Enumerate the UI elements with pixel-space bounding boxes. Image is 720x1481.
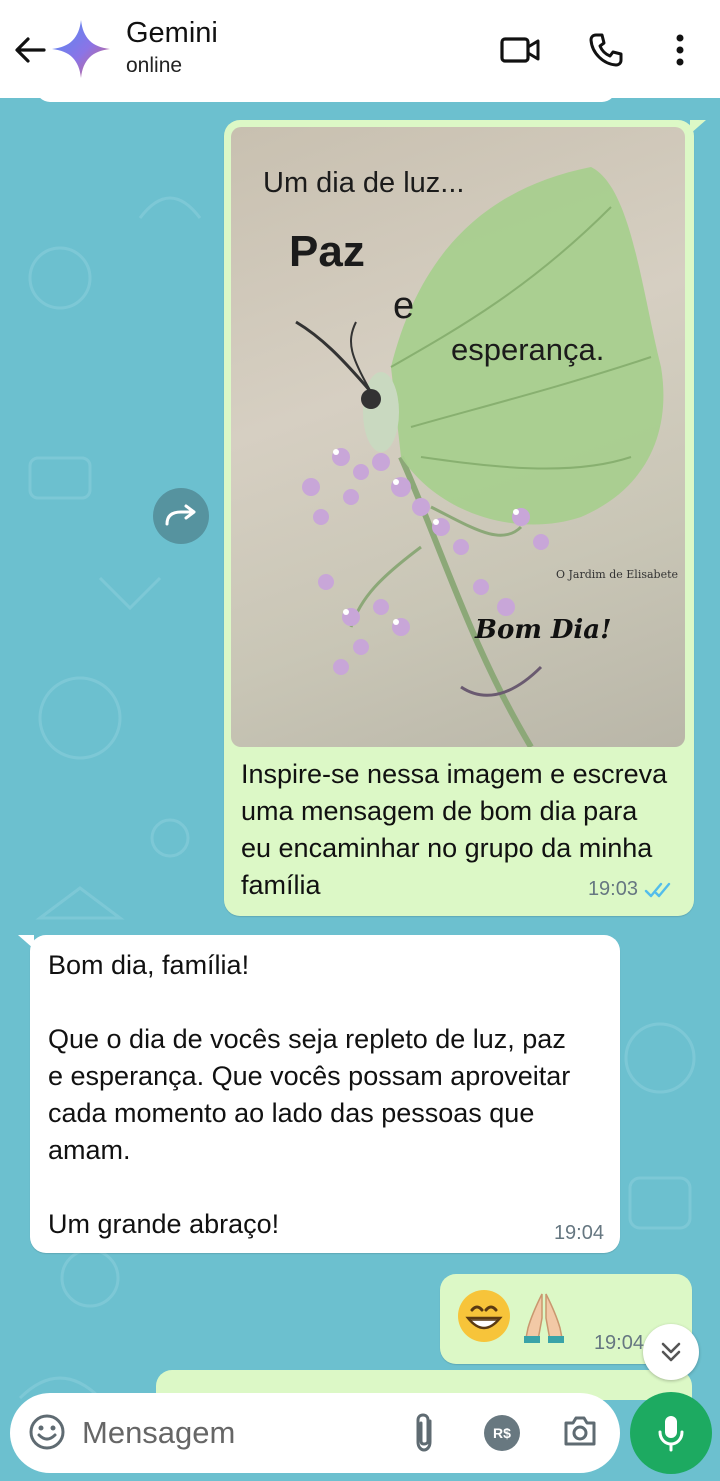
message-meta: 19:04 — [594, 1332, 644, 1355]
image-greeting: Bom Dia! — [475, 615, 612, 645]
message-image[interactable]: Um dia de luz... Paz e esperança. O Jard… — [231, 127, 685, 747]
previous-message-peek — [36, 98, 616, 102]
contact-name: Gemini — [126, 17, 218, 49]
voice-record-button[interactable] — [630, 1392, 712, 1474]
contact-avatar[interactable] — [50, 18, 112, 80]
emoji-content — [456, 1288, 568, 1344]
message-composer: R$ — [10, 1393, 620, 1473]
payment-label: R$ — [493, 1425, 511, 1441]
more-vert-icon — [676, 34, 684, 66]
grinning-face-emoji — [458, 1290, 510, 1342]
emoji-button[interactable] — [28, 1413, 66, 1456]
phone-icon — [589, 33, 623, 67]
butterfly-flower-illustration — [295, 167, 664, 747]
image-text-line4: esperança. — [451, 332, 605, 367]
image-text-line3: e — [393, 285, 415, 327]
scroll-to-bottom-button[interactable] — [643, 1324, 699, 1380]
payment-button[interactable]: R$ — [484, 1415, 520, 1451]
forward-button[interactable] — [153, 488, 209, 544]
message-meta: 19:03 — [588, 878, 674, 901]
voice-call-button[interactable] — [584, 28, 628, 72]
image-watermark: O Jardim de Elisabete — [556, 568, 679, 581]
video-call-button[interactable] — [498, 28, 542, 72]
microphone-icon — [658, 1416, 684, 1452]
message-text: Bom dia, família! Que o dia de vocês sej… — [48, 950, 571, 1239]
double-check-read-icon — [644, 882, 671, 897]
message-time: 19:04 — [593, 1332, 644, 1354]
back-button[interactable] — [10, 30, 50, 70]
camera-button[interactable] — [560, 1411, 600, 1456]
contact-status: online — [126, 54, 183, 77]
incoming-text-message[interactable]: Bom dia, família! Que o dia de vocês sej… — [18, 935, 620, 1253]
image-text-line2: Paz — [289, 227, 365, 276]
gemini-sparkle-icon — [52, 20, 110, 78]
attach-button[interactable] — [408, 1411, 440, 1460]
forward-icon — [165, 504, 196, 526]
message-meta: 19:04 — [554, 1222, 604, 1245]
double-chevron-down-icon — [661, 1342, 681, 1362]
image-text-line1: Um dia de luz... — [263, 167, 465, 199]
bubble-tail — [690, 120, 706, 134]
outgoing-image-message[interactable]: Um dia de luz... Paz e esperança. O Jard… — [224, 120, 706, 916]
message-input[interactable] — [82, 1407, 382, 1459]
contact-info[interactable]: Gemini online — [126, 16, 218, 78]
message-time: 19:03 — [587, 878, 638, 900]
more-options-button[interactable] — [658, 28, 702, 72]
message-time: 19:04 — [553, 1222, 604, 1244]
chat-area[interactable]: Um dia de luz... Paz e esperança. O Jard… — [0, 98, 720, 1481]
folded-hands-emoji — [524, 1293, 564, 1343]
bubble-tail — [18, 935, 34, 949]
video-call-icon — [500, 37, 540, 63]
chat-header: Gemini online — [0, 0, 720, 98]
camera-icon — [564, 1416, 596, 1446]
paperclip-icon — [416, 1413, 432, 1452]
smiley-icon — [29, 1414, 65, 1450]
arrow-left-icon — [15, 37, 46, 63]
